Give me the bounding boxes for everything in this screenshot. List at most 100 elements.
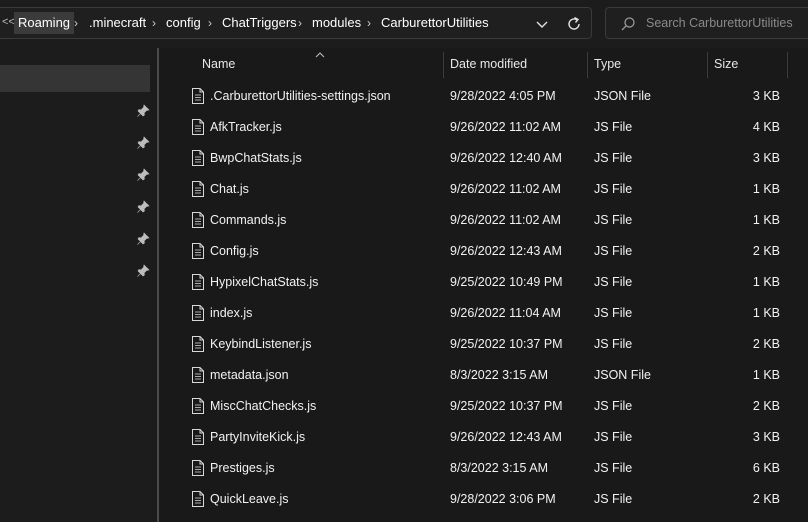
file-type: JS File bbox=[594, 275, 633, 289]
sort-up-icon bbox=[314, 48, 326, 58]
file-row[interactable]: Prestiges.js 8/3/2022 3:15 AM JS File 6 KB bbox=[172, 453, 808, 484]
file-icon bbox=[192, 367, 204, 383]
file-row[interactable]: Chat.js 9/26/2022 11:02 AM JS File 1 KB bbox=[172, 174, 808, 205]
file-name[interactable]: BwpChatStats.js bbox=[210, 151, 302, 165]
file-size: 1 KB bbox=[752, 368, 780, 382]
file-date-modified: 9/26/2022 11:04 AM bbox=[450, 306, 561, 320]
file-size: 3 KB bbox=[752, 430, 780, 444]
file-row[interactable]: PartyInviteKick.js 9/26/2022 12:43 AM JS F… bbox=[172, 422, 808, 453]
column-headers: Name Date modified Type Size bbox=[172, 48, 808, 80]
column-divider[interactable] bbox=[443, 52, 444, 78]
file-name[interactable]: AfkTracker.js bbox=[210, 120, 282, 134]
pin-icon[interactable] bbox=[136, 104, 150, 118]
file-row[interactable]: metadata.json 8/3/2022 3:15 AM JSON File 1 … bbox=[172, 360, 808, 391]
file-size: 1 KB bbox=[752, 306, 780, 320]
file-row[interactable]: Commands.js 9/26/2022 11:02 AM JS File 1 KB bbox=[172, 205, 808, 236]
breadcrumb-carburettorutilities[interactable]: CarburettorUtilities bbox=[381, 12, 489, 34]
file-icon bbox=[192, 305, 204, 321]
search-icon bbox=[620, 16, 636, 32]
file-icon bbox=[192, 212, 204, 228]
file-icon bbox=[192, 243, 204, 259]
file-date-modified: 9/26/2022 11:02 AM bbox=[450, 182, 561, 196]
breadcrumb-minecraft[interactable]: .minecraft bbox=[89, 12, 146, 34]
nav-splitter[interactable] bbox=[157, 48, 159, 522]
file-date-modified: 9/26/2022 11:02 AM bbox=[450, 213, 561, 227]
file-name[interactable]: Prestiges.js bbox=[210, 461, 275, 475]
file-size: 3 KB bbox=[752, 89, 780, 103]
file-name[interactable]: MiscChatChecks.js bbox=[210, 399, 316, 413]
pin-icon[interactable] bbox=[136, 232, 150, 246]
file-size: 1 KB bbox=[752, 182, 780, 196]
file-size: 2 KB bbox=[752, 244, 780, 258]
file-name[interactable]: Chat.js bbox=[210, 182, 249, 196]
file-size: 2 KB bbox=[752, 399, 780, 413]
pin-icon[interactable] bbox=[136, 264, 150, 278]
breadcrumb-overflow[interactable]: << bbox=[2, 16, 15, 28]
file-name[interactable]: PartyInviteKick.js bbox=[210, 430, 305, 444]
column-header-type[interactable]: Type bbox=[594, 57, 621, 71]
file-type: JS File bbox=[594, 151, 633, 165]
column-divider[interactable] bbox=[587, 52, 588, 78]
file-type: JS File bbox=[594, 182, 633, 196]
file-list: .CarburettorUtilities-settings.json 9/28/… bbox=[172, 81, 808, 515]
file-name[interactable]: .CarburettorUtilities-settings.json bbox=[210, 89, 391, 103]
breadcrumb-modules[interactable]: modules bbox=[312, 12, 361, 34]
column-header-name[interactable]: Name bbox=[202, 57, 235, 71]
file-icon bbox=[192, 429, 204, 445]
file-row[interactable]: AfkTracker.js 9/26/2022 11:02 AM JS File 4 … bbox=[172, 112, 808, 143]
column-header-size[interactable]: Size bbox=[714, 57, 738, 71]
file-type: JS File bbox=[594, 399, 633, 413]
file-name[interactable]: index.js bbox=[210, 306, 252, 320]
breadcrumb-separator-icon[interactable]: › bbox=[152, 12, 156, 34]
search-placeholder[interactable]: Search CarburettorUtilities bbox=[646, 16, 793, 30]
breadcrumb-chattriggers[interactable]: ChatTriggers bbox=[222, 12, 297, 34]
file-row[interactable]: Config.js 9/26/2022 12:43 AM JS File 2 KB bbox=[172, 236, 808, 267]
address-bar[interactable]: << Roaming › .minecraft › config › ChatT… bbox=[0, 7, 592, 39]
file-type: JS File bbox=[594, 461, 633, 475]
search-box[interactable]: Search CarburettorUtilities bbox=[605, 7, 808, 39]
pin-icon[interactable] bbox=[136, 200, 150, 214]
file-size: 4 KB bbox=[752, 120, 780, 134]
file-row[interactable]: BwpChatStats.js 9/26/2022 12:40 AM JS File… bbox=[172, 143, 808, 174]
file-date-modified: 8/3/2022 3:15 AM bbox=[450, 368, 548, 382]
file-size: 6 KB bbox=[752, 461, 780, 475]
navigation-pane bbox=[0, 48, 158, 522]
file-row[interactable]: .CarburettorUtilities-settings.json 9/28/… bbox=[172, 81, 808, 112]
breadcrumb-separator-icon[interactable]: › bbox=[74, 12, 78, 34]
file-type: JS File bbox=[594, 492, 633, 506]
file-name[interactable]: KeybindListener.js bbox=[210, 337, 311, 351]
file-date-modified: 9/26/2022 12:43 AM bbox=[450, 430, 562, 444]
file-date-modified: 9/26/2022 12:43 AM bbox=[450, 244, 562, 258]
file-row[interactable]: index.js 9/26/2022 11:04 AM JS File 1 KB bbox=[172, 298, 808, 329]
file-icon bbox=[192, 88, 204, 104]
file-icon bbox=[192, 460, 204, 476]
file-name[interactable]: metadata.json bbox=[210, 368, 289, 382]
file-row[interactable]: QuickLeave.js 9/28/2022 3:06 PM JS File 2 K… bbox=[172, 484, 808, 515]
column-divider[interactable] bbox=[787, 52, 788, 78]
chevron-down-icon[interactable] bbox=[532, 14, 552, 34]
file-date-modified: 9/28/2022 4:05 PM bbox=[450, 89, 556, 103]
file-row[interactable]: MiscChatChecks.js 9/25/2022 10:37 PM JS Fi… bbox=[172, 391, 808, 422]
breadcrumb-separator-icon[interactable]: › bbox=[367, 12, 371, 34]
pin-icon[interactable] bbox=[136, 136, 150, 150]
refresh-icon[interactable] bbox=[564, 14, 584, 34]
breadcrumb-separator-icon[interactable]: › bbox=[298, 12, 302, 34]
file-name[interactable]: Config.js bbox=[210, 244, 259, 258]
column-divider[interactable] bbox=[707, 52, 708, 78]
pin-icon[interactable] bbox=[136, 168, 150, 182]
file-size: 2 KB bbox=[752, 337, 780, 351]
file-icon bbox=[192, 150, 204, 166]
file-name[interactable]: Commands.js bbox=[210, 213, 286, 227]
breadcrumb-roaming[interactable]: Roaming bbox=[14, 12, 75, 34]
column-header-date[interactable]: Date modified bbox=[450, 57, 527, 71]
file-name[interactable]: HypixelChatStats.js bbox=[210, 275, 318, 289]
file-type: JSON File bbox=[594, 89, 651, 103]
nav-item-selected[interactable] bbox=[0, 65, 150, 92]
file-row[interactable]: KeybindListener.js 9/25/2022 10:37 PM JS F… bbox=[172, 329, 808, 360]
file-row[interactable]: HypixelChatStats.js 9/25/2022 10:49 PM JS … bbox=[172, 267, 808, 298]
breadcrumb-config[interactable]: config bbox=[166, 12, 201, 34]
file-icon bbox=[192, 181, 204, 197]
file-type: JS File bbox=[594, 244, 633, 258]
breadcrumb-separator-icon[interactable]: › bbox=[208, 12, 212, 34]
file-name[interactable]: QuickLeave.js bbox=[210, 492, 289, 506]
